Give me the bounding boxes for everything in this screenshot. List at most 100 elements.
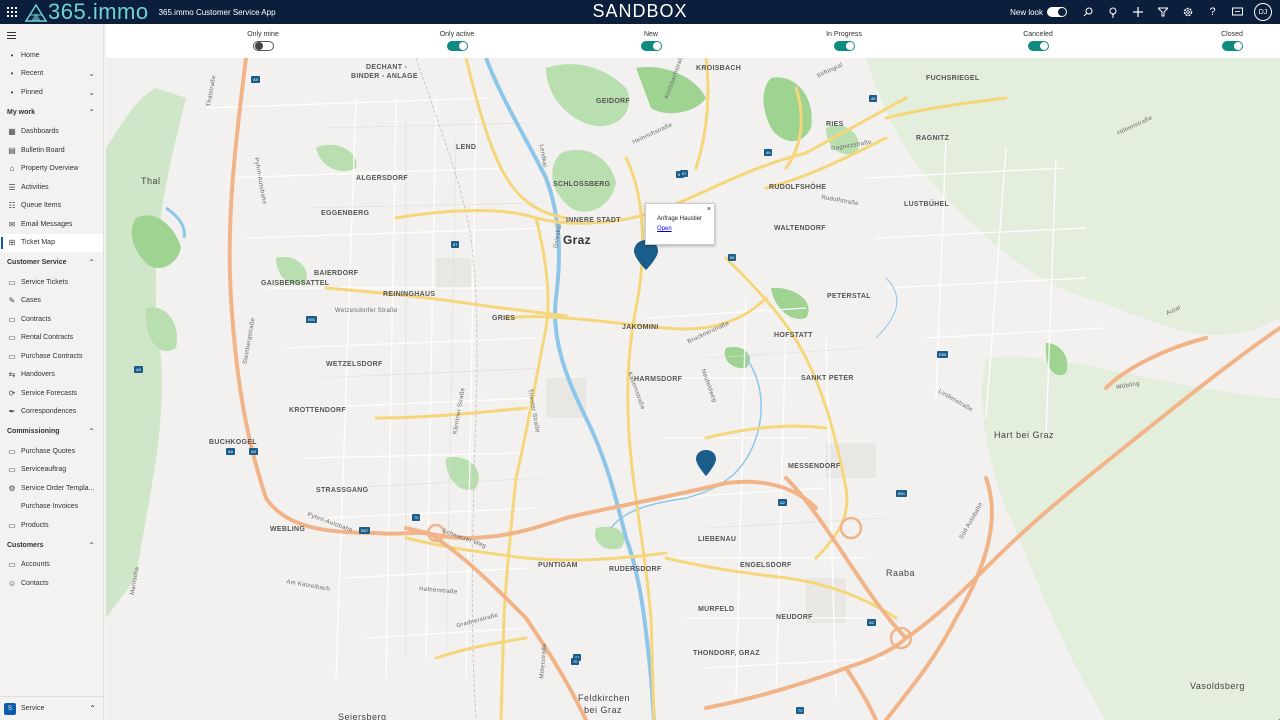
sidebar-item-label: Handovers: [21, 371, 55, 379]
ticket-map[interactable]: Graz Thal Hart bei Graz Raaba Vasoldsberg Fel…: [106, 58, 1280, 720]
filter-new: New: [621, 31, 681, 51]
sidebar-item-purchase-quotes[interactable]: ▭ Purchase Quotes: [0, 442, 103, 461]
sidebar-item-handovers[interactable]: ⇆ Handovers: [0, 366, 103, 385]
map-label-engelsdorf: ENGELSDORF: [740, 562, 792, 569]
search-icon[interactable]: [1075, 0, 1100, 24]
account-icon: ▭: [8, 560, 16, 570]
map-label-ragnitz: RAGNITZ: [916, 135, 950, 142]
lightbulb-icon[interactable]: [1100, 0, 1125, 24]
sidebar-item-correspondences[interactable]: ✒ Correspondences: [0, 403, 103, 422]
sidebar-item-label: Service Tickets: [21, 278, 69, 286]
app-launcher-icon[interactable]: [0, 0, 24, 24]
popup-close-icon[interactable]: ×: [707, 206, 711, 213]
filter-toggle[interactable]: [833, 41, 855, 51]
sidebar-item-label: Bulletin Board: [21, 146, 65, 154]
handover-icon: ⇆: [8, 370, 16, 380]
sidebar-item-serviceauftrag[interactable]: ▭ Serviceauftrag: [0, 461, 103, 480]
map-label-baierdorf: BAIERDORF: [314, 270, 359, 277]
sidebar-item-activities[interactable]: ☰ Activities: [0, 178, 103, 197]
map-label-dechant2: BINDER - ANLAGE: [351, 73, 418, 80]
sidebar-item-label: Purchase Contracts: [21, 352, 83, 360]
sidebar-item-home[interactable]: • Home: [0, 46, 103, 65]
sidebar-item-purchase-invoices[interactable]: Purchase Invoices: [0, 498, 103, 517]
sidebar-item-email-messages[interactable]: ✉ Email Messages: [0, 215, 103, 234]
sidebar-item-recent[interactable]: • Recent ⌄: [0, 65, 103, 84]
map-canvas[interactable]: [106, 58, 1280, 720]
hamburger-menu-icon[interactable]: [0, 24, 103, 46]
sidebar-item-service-tickets[interactable]: ▭ Service Tickets: [0, 273, 103, 292]
feedback-icon[interactable]: [1225, 0, 1250, 24]
area-switcher[interactable]: S Service ⌃: [0, 696, 104, 720]
sidebar-item-property-overview[interactable]: ⌂ Property Overview: [0, 160, 103, 179]
map-label-webling: WEBLING: [270, 526, 306, 533]
sidebar-item-queue-items[interactable]: ☷ Queue Items: [0, 197, 103, 216]
sidebar-item-label: Queue Items: [21, 202, 62, 210]
chevron-up-icon[interactable]: ⌃: [88, 427, 95, 436]
road-shield: A2: [778, 499, 787, 506]
chevron-down-icon[interactable]: ⌄: [88, 69, 95, 78]
sidebar-item-label: Purchase Invoices: [21, 503, 79, 511]
map-label-harmsdorf: HARMSDORF: [634, 376, 683, 383]
sidebar-item-purchase-contracts[interactable]: ▭ Purchase Contracts: [0, 347, 103, 366]
filter-toggle[interactable]: [446, 41, 468, 51]
ticket-pin-2[interactable]: [696, 450, 716, 476]
sidebar-item-label: Products: [21, 521, 49, 529]
sidebar-item-contracts[interactable]: ▭ Contracts: [0, 310, 103, 329]
sidebar-item-rental-contracts[interactable]: ▭ Rental Contracts: [0, 329, 103, 348]
chevron-down-icon[interactable]: ⌄: [88, 88, 95, 97]
sidebar-group-commissioning[interactable]: Commissioning ⌃: [0, 421, 103, 442]
sidebar-group-customers[interactable]: Customers ⌃: [0, 535, 103, 556]
filter-toggle[interactable]: [640, 41, 662, 51]
forecast-icon: ⟳: [8, 388, 16, 398]
sidebar-item-dashboards[interactable]: ▦ Dashboards: [0, 123, 103, 142]
sidebar-item-cases[interactable]: ✎ Cases: [0, 292, 103, 311]
sidebar-item-label: Rental Contracts: [21, 334, 74, 342]
app-name[interactable]: 365.immo Customer Service App: [159, 8, 276, 17]
sidebar-item-products[interactable]: ▭ Products: [0, 516, 103, 535]
user-avatar[interactable]: DJ: [1254, 3, 1272, 21]
filter-icon[interactable]: [1150, 0, 1175, 24]
quote-icon: ▭: [8, 446, 16, 456]
sidebar-item-label: Dashboards: [21, 128, 59, 136]
sidebar-item-bulletin-board[interactable]: ▤ Bulletin Board: [0, 141, 103, 160]
map-label-feldkirchen1: Feldkirchen: [578, 693, 631, 703]
map-label-liebenau: LIEBENAU: [698, 536, 737, 543]
sidebar-item-pinned[interactable]: • Pinned ⌄: [0, 83, 103, 102]
road-shield: 49: [764, 149, 773, 156]
sidebar-item-label: Recent: [21, 70, 44, 78]
map-label-wetzelsdorf: WETZELSDORF: [326, 361, 383, 368]
new-look-toggle[interactable]: [1047, 7, 1067, 17]
filter-toggle[interactable]: [1221, 41, 1243, 51]
sidebar-item-label: Ticket Map: [21, 239, 55, 247]
map-label-seiersberg: Seiersberg: [338, 712, 387, 720]
help-icon[interactable]: ?: [1200, 0, 1225, 24]
map-label-rudolfshoehe: RUDOLFSHÖHE: [769, 184, 827, 191]
sidebar-item-accounts[interactable]: ▭ Accounts: [0, 556, 103, 575]
plus-icon[interactable]: [1125, 0, 1150, 24]
sidebar-item-contacts[interactable]: ☺ Contacts: [0, 574, 103, 593]
filter-toggle[interactable]: [1027, 41, 1049, 51]
sidebar-item-service-forecasts[interactable]: ⟳ Service Forecasts: [0, 384, 103, 403]
filter-toggle[interactable]: [252, 41, 274, 51]
map-label-thondorf: THONDORF, GRAZ: [693, 650, 760, 657]
sitemap-sidebar: • Home • Recent ⌄ • Pinned ⌄ My work ⌃ ▦ Dashboard…: [0, 24, 104, 720]
sidebar-item-service-order-templa-[interactable]: ⚙ Service Order Templa...: [0, 479, 103, 498]
chevron-up-icon[interactable]: ⌃: [88, 541, 95, 550]
map-icon: ⊞: [8, 238, 16, 248]
gear-icon[interactable]: [1175, 0, 1200, 24]
map-label-eggenberg: EGGENBERG: [321, 210, 370, 217]
road-shield: A9: [226, 448, 235, 455]
chevron-up-icon[interactable]: ⌃: [88, 108, 95, 117]
brand-logo[interactable]: 365.immo: [24, 0, 149, 24]
map-label-lend: LEND: [456, 144, 477, 151]
sidebar-item-label: Service Forecasts: [21, 389, 78, 397]
sidebar-item-ticket-map[interactable]: ⊞ Ticket Map: [0, 233, 103, 252]
activities-icon: ☰: [8, 182, 16, 192]
road-shield: B57: [359, 527, 371, 534]
area-badge: S: [4, 702, 16, 715]
sidebar-group-customer-service[interactable]: Customer Service ⌃: [0, 252, 103, 273]
popup-open-link[interactable]: Open: [657, 226, 714, 232]
sidebar-group-my-work[interactable]: My work ⌃: [0, 102, 103, 123]
chevron-up-icon[interactable]: ⌃: [88, 258, 95, 267]
correspondence-icon: ✒: [8, 407, 16, 417]
